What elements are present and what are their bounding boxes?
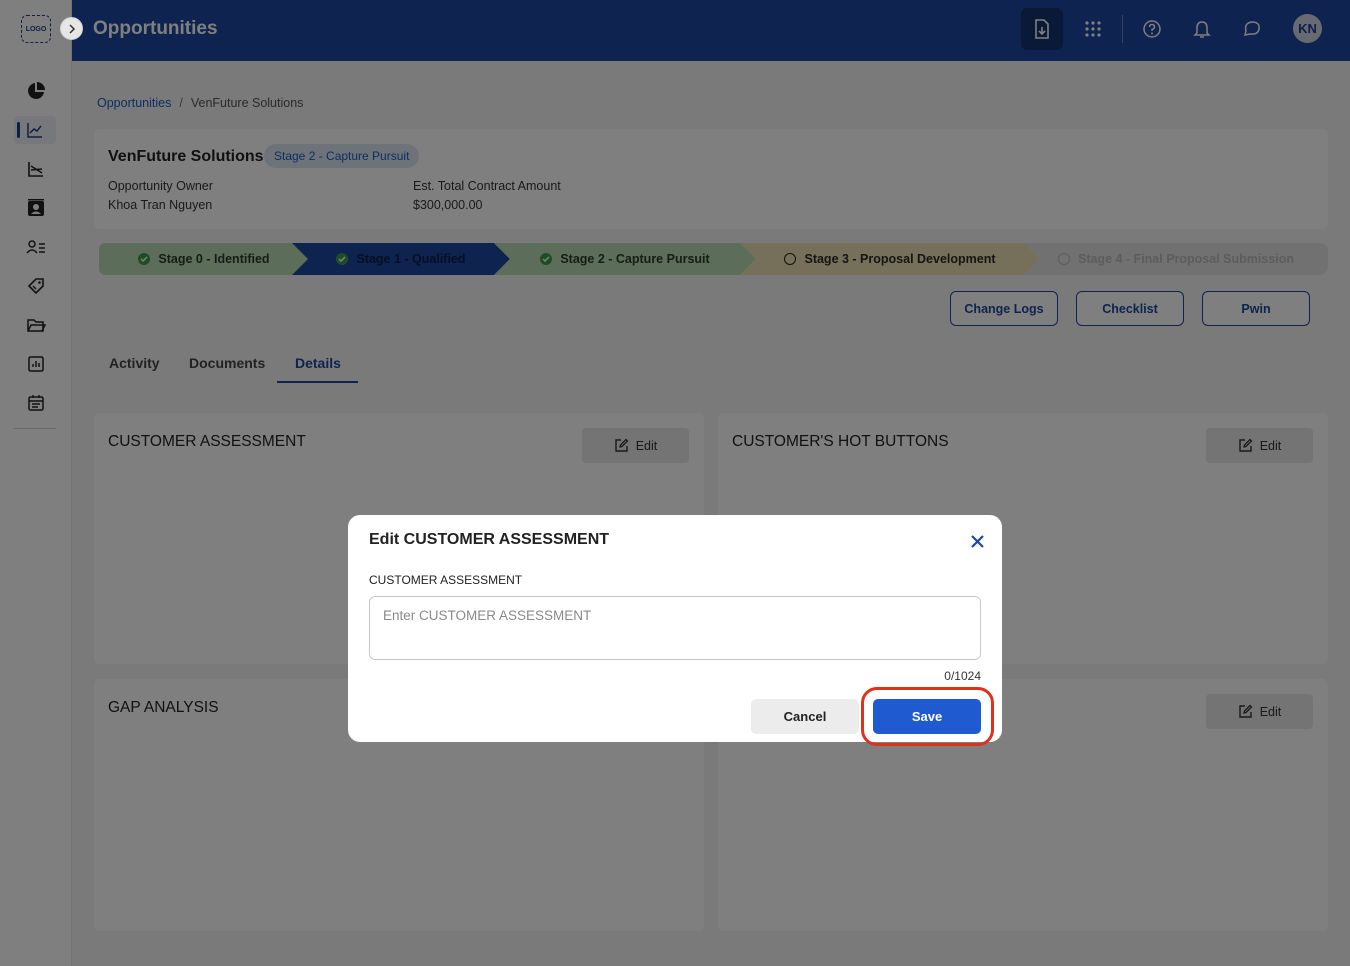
modal-backdrop[interactable]	[0, 0, 1350, 966]
customer-assessment-textarea[interactable]	[369, 596, 981, 660]
customer-assessment-field-label: CUSTOMER ASSESSMENT	[369, 573, 523, 587]
edit-customer-assessment-modal: Edit CUSTOMER ASSESSMENT CUSTOMER ASSESS…	[348, 515, 1002, 746]
chevron-right-icon	[68, 23, 75, 34]
modal-title: Edit CUSTOMER ASSESSMENT	[369, 531, 610, 548]
character-counter: 0/1024	[944, 669, 981, 683]
save-highlight-ring	[861, 687, 994, 746]
modal-close-button[interactable]	[967, 531, 987, 551]
close-icon	[970, 534, 984, 548]
cancel-button[interactable]: Cancel	[751, 699, 859, 734]
sidebar-collapse-button[interactable]	[60, 17, 83, 40]
